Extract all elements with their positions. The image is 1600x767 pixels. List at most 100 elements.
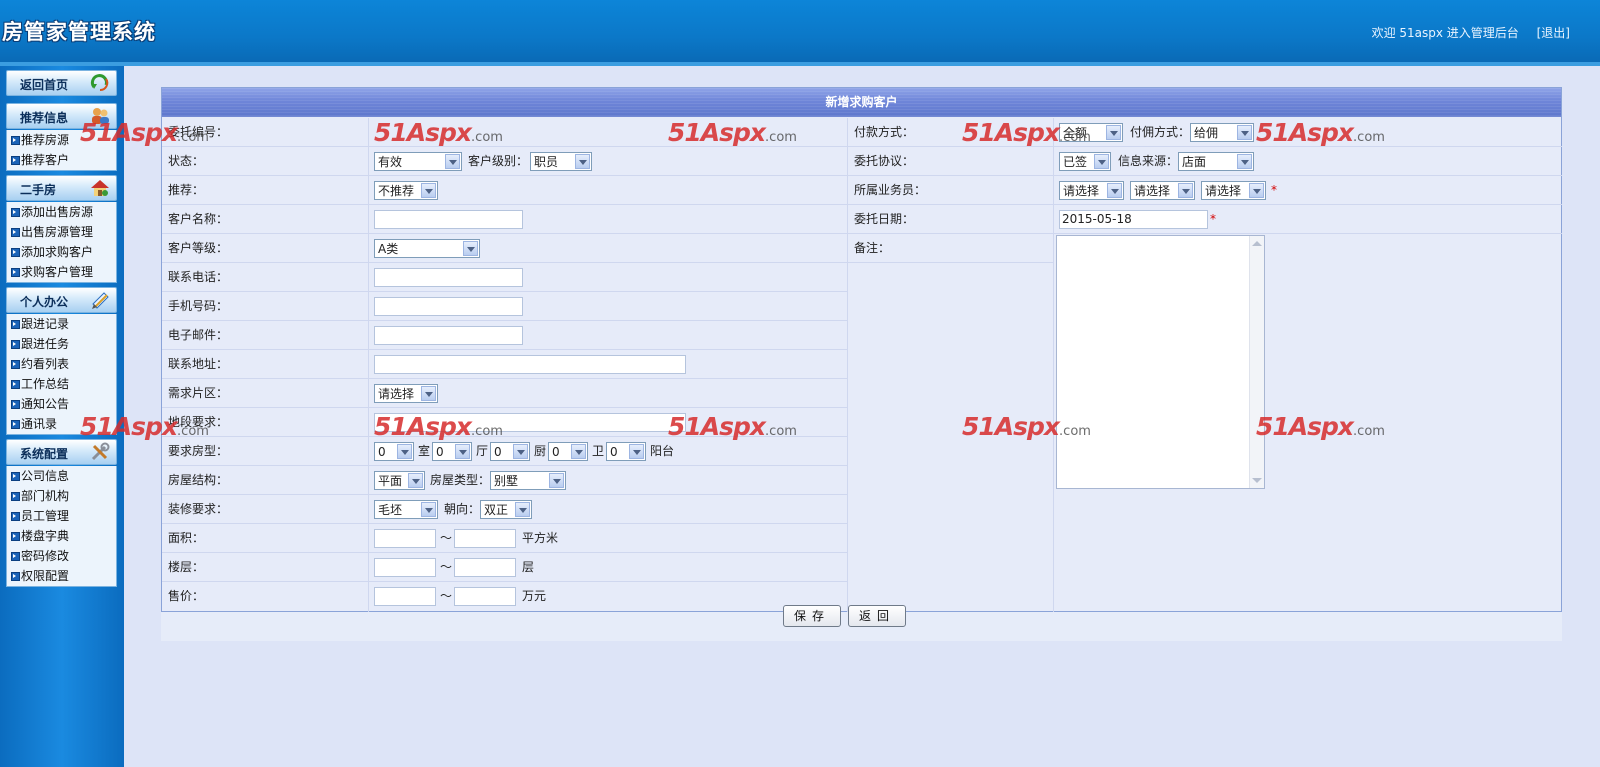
scroll-up-icon[interactable] (1252, 241, 1262, 246)
form-wrapper: 新增求购客户 委托编号： 状态： 有效 客户级别： 职员 推荐： 不推荐 客户名… (161, 87, 1562, 641)
sidebar-item-notices[interactable]: 通知公告 (7, 394, 116, 414)
date-input[interactable]: 2015-05-18 (1059, 210, 1208, 229)
orientation-select[interactable]: 双正 (480, 500, 532, 519)
row-agreement: 委托协议： 已签 信息来源： 店面 (848, 147, 1562, 176)
chevron-down-icon (549, 473, 564, 488)
row-structure: 房屋结构： 平面 房屋类型： 别墅 (162, 466, 847, 495)
unit-price: 万元 (522, 589, 547, 603)
sidebar-item-recommend-customers[interactable]: 推荐客户 (7, 150, 116, 170)
label-orientation: 朝向： (444, 502, 481, 516)
sidebar-item-recommend-listings[interactable]: 推荐房源 (7, 130, 116, 150)
sidebar-item-sale-listing-mgmt[interactable]: 出售房源管理 (7, 222, 116, 242)
info-source-select[interactable]: 店面 (1178, 152, 1254, 171)
back-button[interactable]: 返回 (848, 605, 906, 627)
label-customer-level: 客户级别： (468, 154, 529, 168)
customer-grade-select[interactable]: A类 (374, 239, 480, 258)
sidebar-item-departments[interactable]: 部门机构 (7, 486, 116, 506)
house-icon (91, 180, 109, 196)
balconies-select[interactable]: 0 (606, 442, 646, 461)
kitchens-select[interactable]: 0 (490, 442, 530, 461)
row-mobile: 手机号码： (162, 292, 847, 321)
sidebar-section-secondhand[interactable]: 二手房 (6, 175, 117, 201)
notepad-icon (92, 292, 109, 309)
sidebar-item-buyer-mgmt[interactable]: 求购客户管理 (7, 262, 116, 282)
house-type-value: 别墅 (494, 474, 519, 488)
row-payment: 付款方式： 全额 付佣方式： 给佣 (848, 118, 1562, 147)
address-input[interactable] (374, 355, 686, 374)
sidebar-home-button[interactable]: 返回首页 (6, 70, 117, 96)
save-button[interactable]: 保存 (783, 605, 841, 627)
label-status: 状态： (168, 154, 205, 168)
label-salesman: 所属业务员： (854, 183, 927, 197)
location-input[interactable] (374, 413, 686, 432)
unit-floor: 层 (522, 560, 535, 574)
row-recommend: 推荐： 不推荐 (162, 176, 847, 205)
chevron-down-icon (1237, 125, 1252, 140)
sidebar-item-add-buyer[interactable]: 添加求购客户 (7, 242, 116, 262)
sidebar-section-recommend[interactable]: 推荐信息 (6, 103, 117, 129)
price-max-input[interactable] (454, 587, 516, 606)
floor-min-input[interactable] (374, 558, 436, 577)
sidebar-item-work-summary[interactable]: 工作总结 (7, 374, 116, 394)
payment-select[interactable]: 全额 (1059, 123, 1123, 142)
unit-hall: 厅 (476, 444, 489, 458)
salesman-select-1[interactable]: 请选择 (1059, 181, 1124, 200)
sidebar-item-estate-dictionary[interactable]: 楼盘字典 (7, 526, 116, 546)
agreement-select[interactable]: 已签 (1059, 152, 1111, 171)
commission-method-select[interactable]: 给佣 (1190, 123, 1254, 142)
customer-name-input[interactable] (374, 210, 523, 229)
sidebar-item-contacts[interactable]: 通讯录 (7, 414, 116, 434)
floor-max-input[interactable] (454, 558, 516, 577)
sidebar-item-followup-records[interactable]: 跟进记录 (7, 314, 116, 334)
label-mobile: 手机号码： (168, 299, 229, 313)
label-decoration: 装修要求： (168, 502, 229, 516)
sidebar-section-system[interactable]: 系统配置 (6, 439, 117, 465)
row-phone: 联系电话： (162, 263, 847, 292)
customer-level-select[interactable]: 职员 (530, 152, 592, 171)
sidebar-item-add-sale-listing[interactable]: 添加出售房源 (7, 202, 116, 222)
logout-link[interactable]: [退出] (1537, 26, 1570, 40)
header-bar: 房管家管理系统 欢迎 51aspx 进入管理后台 [退出] (0, 0, 1600, 62)
sidebar-item-change-password[interactable]: 密码修改 (7, 546, 116, 566)
structure-value: 平面 (378, 474, 403, 488)
sidebar-item-company-info[interactable]: 公司信息 (7, 466, 116, 486)
area-min-input[interactable] (374, 529, 436, 548)
required-mark: * (1210, 212, 1216, 226)
unit-bath: 卫 (592, 444, 605, 458)
sidebar-section-office[interactable]: 个人办公 (6, 287, 117, 313)
district-value: 请选择 (378, 387, 415, 401)
rooms-select[interactable]: 0 (374, 442, 414, 461)
scroll-down-icon[interactable] (1252, 478, 1262, 483)
label-agreement: 委托协议： (854, 154, 915, 168)
label-commission-method: 付佣方式： (1130, 125, 1191, 139)
remark-textarea[interactable] (1056, 235, 1265, 489)
sidebar-item-permissions[interactable]: 权限配置 (7, 566, 116, 586)
required-mark: * (1271, 183, 1277, 197)
sidebar-item-staff-mgmt[interactable]: 员工管理 (7, 506, 116, 526)
mobile-input[interactable] (374, 297, 523, 316)
sidebar-list-office: 跟进记录 跟进任务 约看列表 工作总结 通知公告 通讯录 (6, 314, 117, 435)
district-select[interactable]: 请选择 (374, 384, 438, 403)
salesman-select-3[interactable]: 请选择 (1201, 181, 1266, 200)
sidebar-item-viewing-list[interactable]: 约看列表 (7, 354, 116, 374)
baths-select[interactable]: 0 (548, 442, 588, 461)
halls-select[interactable]: 0 (432, 442, 472, 461)
scrollbar[interactable] (1249, 236, 1264, 488)
salesman-select-2[interactable]: 请选择 (1130, 181, 1195, 200)
status-select[interactable]: 有效 (374, 152, 462, 171)
price-min-input[interactable] (374, 587, 436, 606)
chevron-down-icon (421, 502, 436, 517)
house-type-select[interactable]: 别墅 (490, 471, 566, 490)
phone-input[interactable] (374, 268, 523, 287)
chevron-down-icon (455, 444, 470, 459)
decoration-select[interactable]: 毛坯 (374, 500, 438, 519)
row-commission-no: 委托编号： (162, 118, 847, 147)
structure-select[interactable]: 平面 (374, 471, 425, 490)
sidebar-item-followup-tasks[interactable]: 跟进任务 (7, 334, 116, 354)
area-max-input[interactable] (454, 529, 516, 548)
recommend-select[interactable]: 不推荐 (374, 181, 438, 200)
row-date: 委托日期： 2015-05-18 * (848, 205, 1562, 234)
label-info-source: 信息来源： (1118, 154, 1179, 168)
label-remark: 备注： (854, 241, 891, 255)
email-input[interactable] (374, 326, 523, 345)
